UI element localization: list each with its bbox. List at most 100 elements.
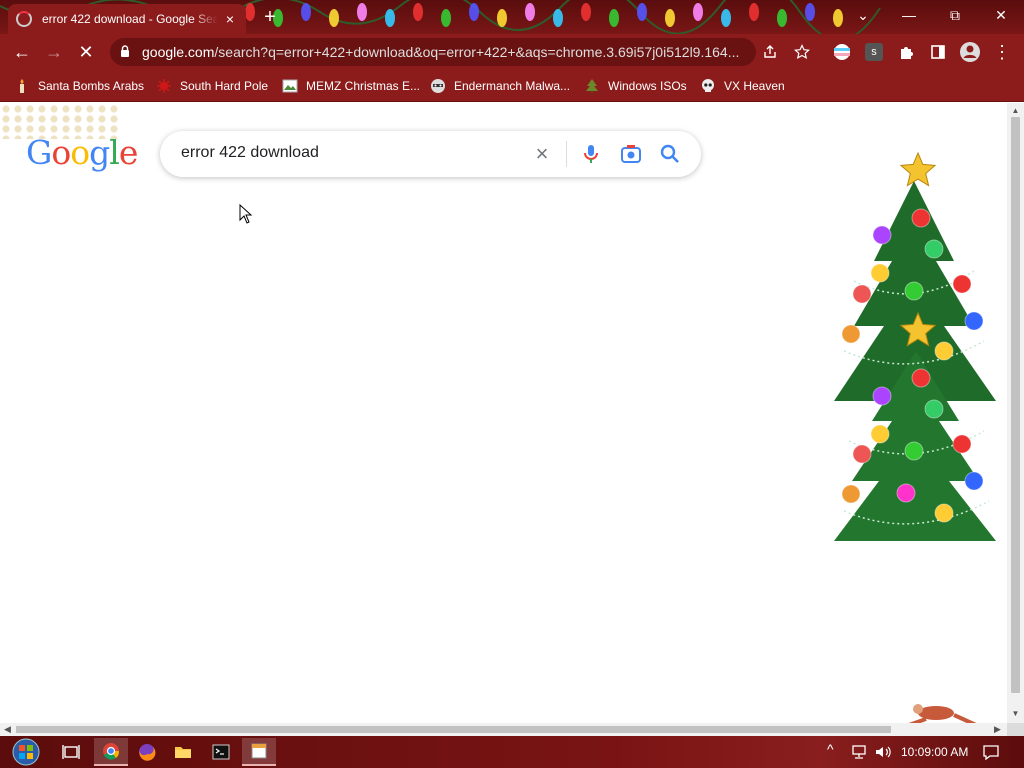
bookmark-vx-heaven[interactable]: VX Heaven bbox=[700, 77, 785, 95]
scroll-left-arrow-icon[interactable]: ◀ bbox=[4, 724, 11, 735]
taskbar-chrome[interactable] bbox=[94, 738, 128, 766]
light-bulb bbox=[665, 9, 675, 27]
ornament bbox=[870, 424, 890, 444]
google-logo[interactable]: Google bbox=[26, 133, 138, 172]
tab-active[interactable]: error 422 download - Google Search × bbox=[8, 4, 246, 34]
light-bulb bbox=[525, 3, 535, 21]
extensions-puzzle-icon[interactable] bbox=[894, 40, 918, 64]
taskbar-file-explorer[interactable] bbox=[166, 738, 200, 766]
task-view-button[interactable] bbox=[54, 738, 88, 766]
search-input[interactable]: error 422 download bbox=[181, 144, 319, 162]
camera-lens-icon[interactable] bbox=[619, 142, 643, 166]
scroll-right-arrow-icon[interactable]: ▶ bbox=[994, 724, 1001, 735]
task-view-icon bbox=[62, 745, 80, 759]
taskbar: ^ 10:09:00 AM bbox=[0, 736, 1024, 768]
bookmark-endermanch-malware[interactable]: Endermanch Malwa... bbox=[430, 77, 570, 95]
bookmark-santa-bombs-arabs[interactable]: Santa Bombs Arabs bbox=[14, 77, 144, 95]
bookmark-label: South Hard Pole bbox=[180, 79, 269, 93]
url-host: google.com bbox=[142, 44, 215, 60]
network-icon[interactable] bbox=[850, 744, 868, 760]
scrollbar-corner bbox=[1007, 723, 1024, 736]
stop-loading-button[interactable]: ✕ bbox=[72, 38, 100, 66]
christmas-tree-decoration bbox=[834, 151, 996, 541]
volume-icon[interactable] bbox=[874, 744, 892, 760]
ornament bbox=[911, 368, 931, 388]
light-bulb bbox=[245, 3, 255, 21]
show-hidden-icons-button[interactable]: ^ bbox=[827, 741, 834, 757]
ornament bbox=[904, 281, 924, 301]
light-bulb bbox=[441, 9, 451, 27]
tree-icon bbox=[586, 79, 598, 94]
vertical-scroll-thumb[interactable] bbox=[1011, 117, 1020, 693]
raccoon-icon bbox=[431, 79, 445, 93]
s-extension-label: s bbox=[865, 43, 883, 61]
light-bulb bbox=[357, 3, 367, 21]
search-box[interactable]: error 422 download × bbox=[160, 131, 701, 177]
taskbar-firefox[interactable] bbox=[130, 738, 164, 766]
bookmark-label: Endermanch Malwa... bbox=[454, 79, 571, 93]
search-divider bbox=[566, 141, 567, 167]
ornament bbox=[872, 386, 892, 406]
clear-search-icon[interactable]: × bbox=[530, 142, 554, 166]
url-path: /search?q=error+422+download&oq=error+42… bbox=[214, 44, 740, 60]
scroll-up-arrow-icon[interactable]: ▲ bbox=[1011, 106, 1020, 115]
skull-icon bbox=[702, 79, 714, 92]
restore-button[interactable]: ⧉ bbox=[932, 0, 978, 30]
horizontal-scrollbar[interactable]: ◀ ▶ bbox=[0, 723, 1007, 736]
back-button[interactable]: ← bbox=[8, 38, 36, 66]
system-clock[interactable]: 10:09:00 AM bbox=[901, 745, 968, 759]
address-bar[interactable]: google.com/search?q=error+422+download&o… bbox=[110, 38, 756, 66]
flag-extension-icon[interactable] bbox=[830, 40, 854, 64]
minimize-button[interactable]: — bbox=[886, 0, 932, 30]
command-prompt-icon bbox=[212, 744, 230, 760]
logo-letter: o bbox=[70, 133, 90, 172]
url-text[interactable]: google.com/search?q=error+422+download&o… bbox=[142, 44, 739, 60]
browser-toolbar: ← → ✕ google.com/search?q=error+422+down… bbox=[0, 34, 1024, 70]
lock-icon[interactable] bbox=[120, 45, 130, 57]
bookmark-windows-isos[interactable]: Windows ISOs bbox=[584, 77, 687, 95]
ornament bbox=[934, 503, 954, 523]
s-extension-icon[interactable]: s bbox=[862, 40, 886, 64]
light-bulb bbox=[805, 3, 815, 21]
ornament bbox=[964, 471, 984, 491]
ornament bbox=[872, 225, 892, 245]
bookmark-south-hard-pole[interactable]: South Hard Pole bbox=[156, 77, 268, 95]
light-bulb bbox=[721, 9, 731, 27]
ornament bbox=[952, 274, 972, 294]
app-window-icon bbox=[251, 743, 267, 759]
new-tab-button[interactable]: + bbox=[258, 6, 282, 28]
light-bulb bbox=[469, 3, 479, 21]
ornament bbox=[841, 484, 861, 504]
microphone-icon[interactable] bbox=[579, 142, 603, 166]
taskbar-app-window[interactable] bbox=[242, 738, 276, 766]
light-bulb bbox=[749, 3, 759, 21]
title-bar: error 422 download - Google Search × + ⌄… bbox=[0, 0, 1024, 34]
share-icon[interactable] bbox=[758, 40, 782, 64]
horizontal-scroll-thumb[interactable] bbox=[16, 726, 891, 733]
start-orb-icon[interactable] bbox=[6, 737, 46, 767]
ornament bbox=[852, 444, 872, 464]
bookmark-memz-christmas[interactable]: MEMZ Christmas E... bbox=[282, 77, 420, 95]
vertical-scrollbar[interactable]: ▲ ▼ bbox=[1007, 103, 1024, 723]
bookmark-label: MEMZ Christmas E... bbox=[306, 79, 421, 93]
loading-spinner-icon bbox=[16, 11, 32, 27]
scroll-down-arrow-icon[interactable]: ▼ bbox=[1011, 709, 1020, 718]
ornament bbox=[870, 263, 890, 283]
light-bulb bbox=[777, 9, 787, 27]
image-icon bbox=[282, 79, 298, 93]
close-window-button[interactable]: ✕ bbox=[978, 0, 1024, 30]
profile-avatar-icon[interactable] bbox=[958, 40, 982, 64]
taskbar-command-prompt[interactable] bbox=[204, 738, 238, 766]
forward-button[interactable]: → bbox=[40, 38, 68, 66]
side-panel-icon[interactable] bbox=[926, 40, 950, 64]
bookmark-star-icon[interactable] bbox=[790, 40, 814, 64]
search-icon[interactable] bbox=[658, 142, 682, 166]
action-center-icon[interactable] bbox=[982, 744, 1000, 760]
chrome-menu-icon[interactable]: ⋮ bbox=[990, 40, 1014, 64]
light-bulb bbox=[637, 3, 647, 21]
ornament bbox=[841, 324, 861, 344]
light-bulb bbox=[553, 9, 563, 27]
tab-close-icon[interactable]: × bbox=[222, 11, 238, 27]
bookmark-label: VX Heaven bbox=[724, 79, 785, 93]
tab-search-button[interactable]: ⌄ bbox=[840, 0, 886, 30]
